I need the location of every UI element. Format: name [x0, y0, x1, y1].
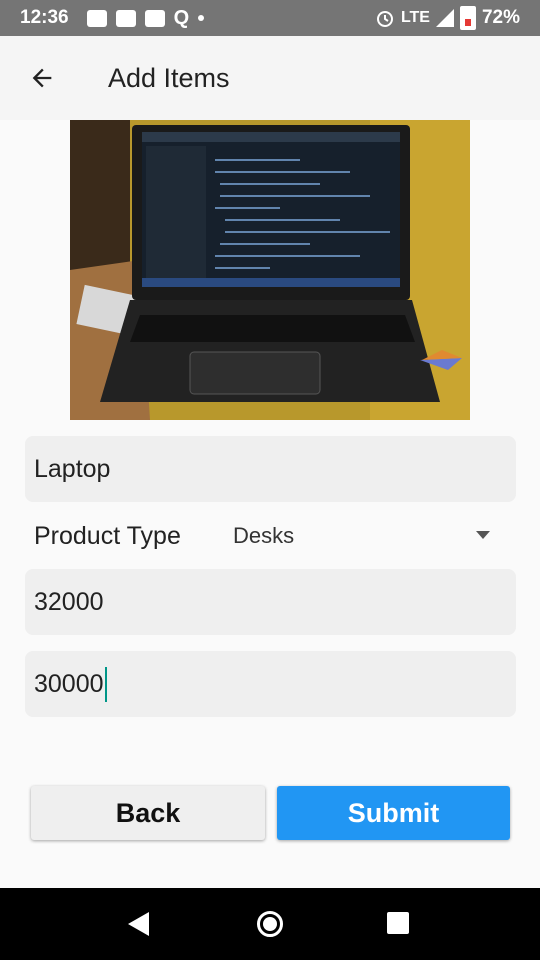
app-bar: Add Items: [0, 36, 540, 120]
offer-price-input[interactable]: 30000: [25, 651, 516, 717]
navigation-bar: [0, 888, 540, 960]
product-type-value: Desks: [233, 523, 295, 548]
image-icon: [86, 9, 107, 27]
nav-home-icon[interactable]: [257, 911, 283, 937]
product-type-dropdown[interactable]: Desks: [233, 510, 505, 562]
item-name-value: Laptop: [34, 454, 111, 483]
submit-button[interactable]: Submit: [277, 786, 510, 840]
battery-percent: 72%: [481, 7, 520, 28]
status-time: 12:36: [20, 7, 69, 28]
back-button[interactable]: Back: [31, 786, 265, 840]
offer-price-value: 30000: [34, 669, 104, 698]
system-icons: LTE 72%: [375, 0, 520, 36]
nav-recents-icon[interactable]: [387, 912, 409, 934]
page-title: Add Items: [108, 62, 230, 93]
news-icon: [115, 9, 136, 27]
battery-icon: [459, 6, 476, 30]
nav-back-icon[interactable]: [128, 912, 149, 936]
notification-icons: Q: [86, 6, 205, 30]
signal-icon: [435, 9, 454, 27]
youtube-icon: [144, 9, 165, 27]
arrow-back-icon[interactable]: [14, 50, 70, 106]
status-bar: 12:36 Q LTE 72%: [0, 0, 540, 36]
q-icon: Q: [173, 6, 190, 29]
notification-dot-icon: [198, 15, 205, 21]
alarm-icon: [376, 11, 393, 27]
price-input[interactable]: 32000: [25, 569, 516, 635]
price-value: 32000: [34, 587, 104, 616]
item-photo[interactable]: [70, 120, 470, 420]
text-cursor: [104, 666, 107, 702]
dropdown-caret-icon: [476, 531, 490, 539]
network-type: LTE: [400, 9, 430, 26]
product-type-row: Product Type Desks: [34, 510, 504, 562]
item-name-input[interactable]: Laptop: [25, 436, 516, 502]
product-type-label: Product Type: [34, 521, 181, 550]
